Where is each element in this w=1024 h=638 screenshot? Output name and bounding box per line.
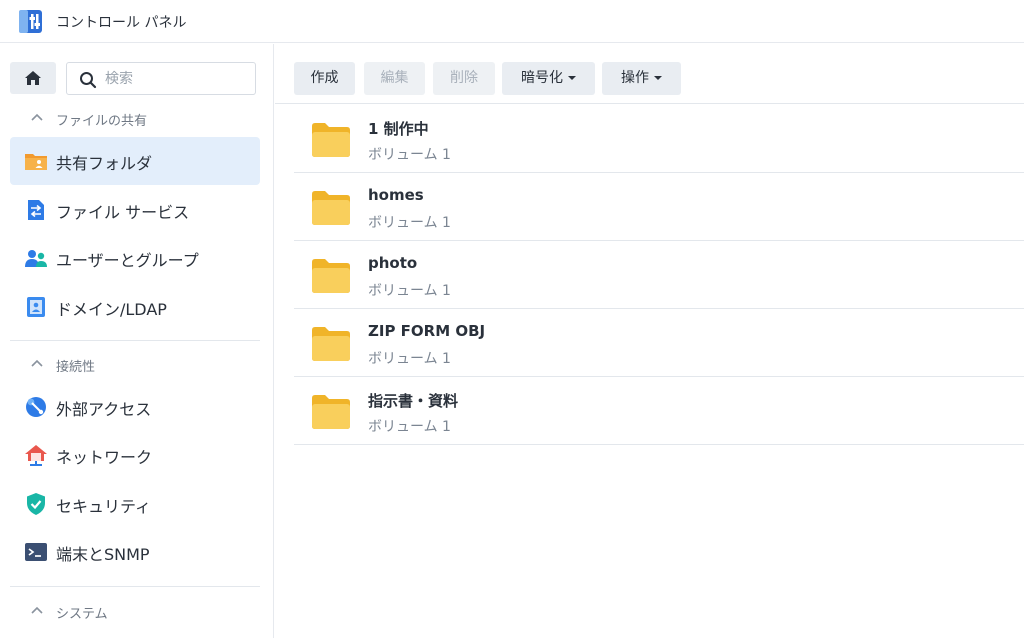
folder-volume: ボリューム 1 bbox=[368, 351, 451, 367]
terminal-icon bbox=[25, 543, 47, 561]
folder-name: 1 制作中 bbox=[368, 120, 429, 138]
folder-icon bbox=[312, 259, 350, 293]
folder-icon bbox=[312, 191, 350, 225]
sidebar-item-users-groups[interactable]: ユーザーとグループ bbox=[10, 234, 260, 282]
folder-row[interactable]: photo ボリューム 1 bbox=[294, 241, 1024, 309]
caret-down-icon bbox=[568, 76, 576, 80]
folder-icon bbox=[312, 327, 350, 361]
action-dropdown-button[interactable]: 操作 bbox=[602, 62, 681, 95]
main-panel: 作成 編集 削除 暗号化 操作 1 制作中 ボリューム 1 homes ボリュー… bbox=[275, 44, 1024, 638]
folder-name: 指示書・資料 bbox=[368, 392, 459, 410]
section-label: 接続性 bbox=[56, 360, 96, 375]
sidebar-item-label: ファイル サービス bbox=[56, 203, 190, 222]
folder-name: homes bbox=[368, 186, 424, 204]
sidebar-item-label: 共有フォルダ bbox=[56, 154, 153, 173]
home-icon bbox=[25, 71, 41, 85]
network-icon bbox=[25, 445, 47, 466]
sidebar-divider bbox=[10, 586, 260, 587]
control-panel-app-icon bbox=[19, 10, 42, 33]
folder-icon bbox=[312, 395, 350, 429]
folder-volume: ボリューム 1 bbox=[368, 147, 451, 163]
toolbar: 作成 編集 削除 暗号化 操作 bbox=[275, 44, 1024, 104]
chevron-up-icon bbox=[31, 359, 43, 367]
window-title: コントロール パネル bbox=[56, 15, 187, 31]
folder-name: photo bbox=[368, 254, 418, 272]
shared-folder-icon bbox=[25, 154, 47, 170]
section-connectivity[interactable]: 接続性 bbox=[0, 353, 274, 377]
sidebar-item-shared-folder[interactable]: 共有フォルダ bbox=[10, 137, 260, 185]
create-button-label: 作成 bbox=[310, 70, 339, 86]
folder-volume: ボリューム 1 bbox=[368, 283, 451, 299]
sidebar-item-label: セキュリティ bbox=[56, 497, 152, 516]
folder-icon bbox=[312, 123, 350, 157]
sidebar-item-label: ドメイン/LDAP bbox=[56, 300, 167, 319]
sidebar-item-label: 外部アクセス bbox=[56, 400, 152, 419]
chevron-up-icon bbox=[31, 606, 43, 614]
caret-down-icon bbox=[654, 76, 662, 80]
section-file-sharing[interactable]: ファイルの共有 bbox=[0, 107, 274, 131]
folder-volume: ボリューム 1 bbox=[368, 419, 451, 435]
sidebar-item-terminal-snmp[interactable]: 端末とSNMP bbox=[10, 528, 260, 576]
sidebar-item-external-access[interactable]: 外部アクセス bbox=[10, 383, 260, 431]
delete-button[interactable]: 削除 bbox=[433, 62, 495, 95]
folder-row[interactable]: ZIP FORM OBJ ボリューム 1 bbox=[294, 309, 1024, 377]
search-field[interactable] bbox=[66, 62, 256, 95]
edit-button-label: 編集 bbox=[380, 70, 409, 86]
encrypt-dropdown-button[interactable]: 暗号化 bbox=[502, 62, 595, 95]
sidebar-item-file-services[interactable]: ファイル サービス bbox=[10, 186, 260, 234]
section-system[interactable]: システム bbox=[0, 600, 274, 624]
sidebar-item-label: ユーザーとグループ bbox=[56, 251, 199, 270]
edit-button[interactable]: 編集 bbox=[364, 62, 425, 95]
users-groups-icon bbox=[25, 250, 47, 267]
external-access-icon bbox=[26, 397, 46, 417]
security-shield-icon bbox=[27, 493, 45, 515]
section-label: システム bbox=[56, 607, 108, 622]
folder-row[interactable]: 1 制作中 ボリューム 1 bbox=[294, 105, 1024, 173]
chevron-up-icon bbox=[31, 113, 43, 121]
create-button[interactable]: 作成 bbox=[294, 62, 355, 95]
folder-volume: ボリューム 1 bbox=[368, 215, 451, 231]
search-input[interactable] bbox=[105, 68, 245, 90]
title-bar: コントロール パネル bbox=[0, 0, 1024, 43]
folder-name: ZIP FORM OBJ bbox=[368, 322, 486, 340]
file-services-icon bbox=[28, 200, 44, 220]
sidebar-item-domain-ldap[interactable]: ドメイン/LDAP bbox=[10, 283, 260, 331]
action-button-label: 操作 bbox=[621, 70, 649, 86]
domain-ldap-icon bbox=[27, 297, 45, 317]
sidebar-item-security[interactable]: セキュリティ bbox=[10, 480, 260, 528]
folder-row[interactable]: 指示書・資料 ボリューム 1 bbox=[294, 377, 1024, 445]
delete-button-label: 削除 bbox=[450, 70, 478, 86]
search-icon bbox=[80, 72, 97, 89]
folder-row[interactable]: homes ボリューム 1 bbox=[294, 173, 1024, 241]
sidebar-item-label: 端末とSNMP bbox=[56, 545, 150, 564]
section-label: ファイルの共有 bbox=[56, 114, 148, 129]
home-button[interactable] bbox=[10, 62, 56, 94]
encrypt-button-label: 暗号化 bbox=[521, 70, 563, 86]
sidebar-item-network[interactable]: ネットワーク bbox=[10, 431, 260, 479]
sidebar-divider bbox=[10, 340, 260, 341]
sidebar: ファイルの共有 共有フォルダ ファイル サービス ユーザーとグループ bbox=[0, 44, 274, 638]
sidebar-item-label: ネットワーク bbox=[56, 448, 153, 467]
